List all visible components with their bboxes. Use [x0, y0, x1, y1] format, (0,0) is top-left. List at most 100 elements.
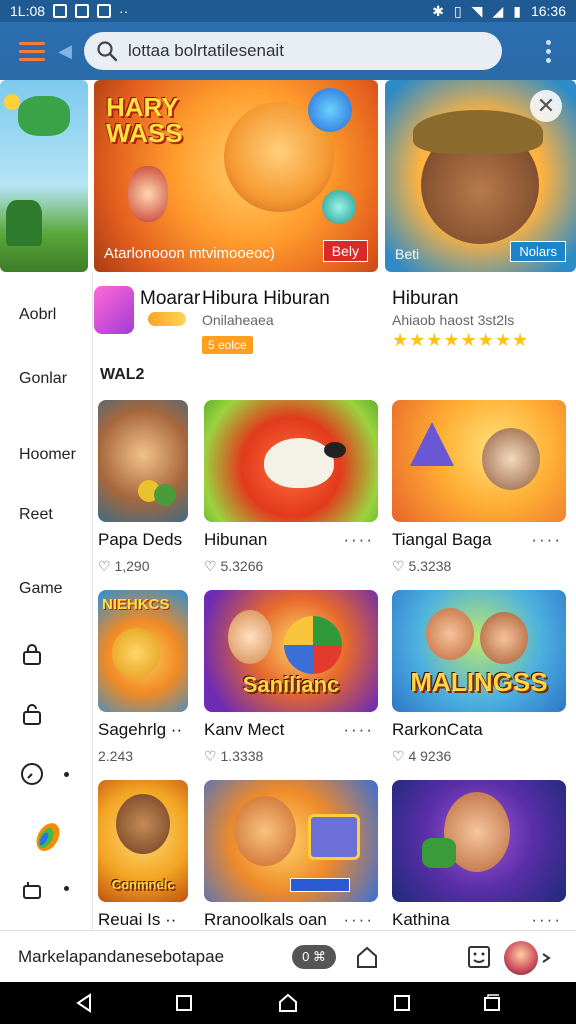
- signal-icon: ◢: [492, 2, 504, 19]
- game-name: Kathina: [392, 910, 450, 929]
- clock-icon[interactable]: [20, 762, 44, 786]
- game-downloads: ♡ 5.3266: [204, 558, 264, 574]
- home-pentagon-icon[interactable]: [278, 993, 298, 1013]
- featured-badge: 5 eolce: [202, 336, 253, 354]
- status-bar: 1L:08 ·· ✱ ▯ ◥ ◢ ▮ 16:36: [0, 0, 576, 22]
- sidebar-item-3[interactable]: Hoomer: [19, 446, 76, 464]
- game-thumbnail[interactable]: [204, 400, 378, 522]
- ball-art: [308, 88, 352, 132]
- game-name: RarkonCata: [392, 720, 483, 739]
- banner-3-tag-button[interactable]: Nolars: [510, 241, 566, 262]
- banner-3-caption: Beti: [395, 246, 420, 262]
- kid-art: [228, 610, 272, 664]
- more-options-icon[interactable]: ····: [343, 910, 374, 930]
- featured-right-subtitle: Ahiaob haost 3st2ls: [392, 312, 515, 328]
- game-thumbnail[interactable]: [392, 400, 566, 522]
- game-thumbnail[interactable]: [98, 400, 188, 522]
- featured-right-title[interactable]: Hiburan: [392, 288, 459, 310]
- game-art-text: Sanilianc: [242, 672, 340, 697]
- sidebar-item-2[interactable]: Gonlar: [19, 370, 67, 388]
- featured-app-icon[interactable]: [94, 286, 134, 334]
- bottom-bar-text[interactable]: Markelapandanesebotapae: [18, 947, 224, 967]
- more-options-icon[interactable]: ····: [343, 530, 374, 550]
- character-art: [426, 608, 474, 660]
- battery-icon: ▮: [513, 2, 521, 19]
- ball-art: [284, 616, 342, 674]
- game-name: Rranoolkals oan: [204, 910, 327, 929]
- rating-stars: ★★★★★★★★: [392, 330, 530, 350]
- game-thumbnail[interactable]: [392, 780, 566, 902]
- notification-icon-2: [75, 4, 90, 18]
- lock-icon[interactable]: [20, 642, 44, 666]
- square-icon[interactable]: [174, 993, 194, 1013]
- game-art-text: Conmnelc: [111, 877, 175, 892]
- character-art-2: [480, 612, 528, 664]
- sidebar-item-1[interactable]: Aobrl: [19, 306, 56, 324]
- game-name: Reuai Is ··: [98, 910, 177, 929]
- back-arrow-icon[interactable]: ◀: [54, 40, 76, 62]
- search-icon: [97, 41, 118, 62]
- lock-alt-icon[interactable]: [20, 876, 44, 900]
- game-name: Sagehrlg ··: [98, 720, 183, 739]
- window-icon[interactable]: [482, 993, 502, 1013]
- spaceship-art: [18, 96, 70, 136]
- character-face-art: [482, 428, 540, 490]
- game-thumbnail[interactable]: Conmnelc: [98, 780, 188, 902]
- avatar[interactable]: [504, 941, 538, 975]
- dog-snout-art: [264, 438, 334, 488]
- search-input[interactable]: [128, 41, 490, 61]
- kid-character-art: [128, 166, 168, 222]
- bluetooth-icon: ✱: [432, 2, 444, 19]
- more-options-icon[interactable]: ····: [531, 530, 562, 550]
- hat-art: [413, 110, 543, 154]
- face-scan-icon[interactable]: [466, 944, 492, 970]
- banner-card-featured[interactable]: HARY WASS Atarlonooon mtvimooeoc) Bely: [94, 80, 378, 272]
- sidebar: Aobrl Gonlar Hoomer Reet Game: [0, 272, 93, 930]
- sidebar-item-4[interactable]: Reet: [19, 506, 53, 524]
- hamburger-menu-button[interactable]: [12, 31, 52, 71]
- game-thumbnail[interactable]: NIEHKCS: [98, 590, 188, 712]
- more-options-icon[interactable]: ····: [343, 720, 374, 740]
- bottom-pill-button[interactable]: 0 ⌘: [292, 945, 336, 969]
- unlock-icon[interactable]: [20, 702, 44, 726]
- more-options-icon[interactable]: ····: [531, 910, 562, 930]
- game-downloads: ♡ 4 9236: [392, 748, 452, 764]
- system-nav-bar: [0, 982, 576, 1024]
- vibrate-icon: ▯: [453, 2, 462, 19]
- featured-art-icon: [148, 312, 186, 326]
- banner-tag-button[interactable]: Bely: [322, 240, 368, 262]
- home-icon[interactable]: [354, 944, 380, 970]
- recents-icon[interactable]: [392, 993, 412, 1013]
- notification-icon-3: [97, 4, 112, 18]
- banner-card-3[interactable]: ✕ Beti Nolars: [385, 80, 576, 272]
- creature-art: [112, 628, 160, 678]
- sidebar-item-game[interactable]: Game: [19, 580, 63, 598]
- close-icon[interactable]: ✕: [530, 90, 562, 122]
- game-downloads: ♡ 1,290: [98, 558, 150, 574]
- item-art: [422, 838, 456, 868]
- back-triangle-icon[interactable]: [74, 993, 94, 1013]
- featured-title[interactable]: Hibura Hiburan: [202, 288, 330, 310]
- search-bar[interactable]: [84, 32, 502, 70]
- palm-art: [6, 200, 42, 246]
- overflow-menu-button[interactable]: [536, 36, 560, 66]
- game-name: Tiangal Baga: [392, 530, 492, 549]
- banner-card-1[interactable]: [0, 80, 88, 272]
- dot-indicator-2: [64, 886, 69, 891]
- game-thumbnail[interactable]: [204, 780, 378, 902]
- game-name: Hibunan: [204, 530, 268, 549]
- featured-app-name[interactable]: Moarar: [140, 288, 200, 310]
- game-downloads: ♡ 1.3338: [204, 748, 264, 764]
- color-leaf-icon[interactable]: [34, 820, 62, 854]
- box-art: [308, 814, 360, 860]
- fruit-art-2: [154, 484, 176, 506]
- gem-art: [322, 190, 356, 224]
- status-time-left: 1L:08: [10, 3, 46, 19]
- banner-caption: Atarlonooon mtvimooeoc): [104, 245, 275, 262]
- game-downloads: 2.243: [98, 748, 134, 764]
- banner-carousel: HARY WASS Atarlonooon mtvimooeoc) Bely ✕…: [0, 80, 576, 272]
- game-thumbnail[interactable]: MALINGSS: [392, 590, 566, 712]
- coin-art: [4, 94, 20, 110]
- game-thumbnail[interactable]: Sanilianc: [204, 590, 378, 712]
- notification-icon: [53, 4, 68, 18]
